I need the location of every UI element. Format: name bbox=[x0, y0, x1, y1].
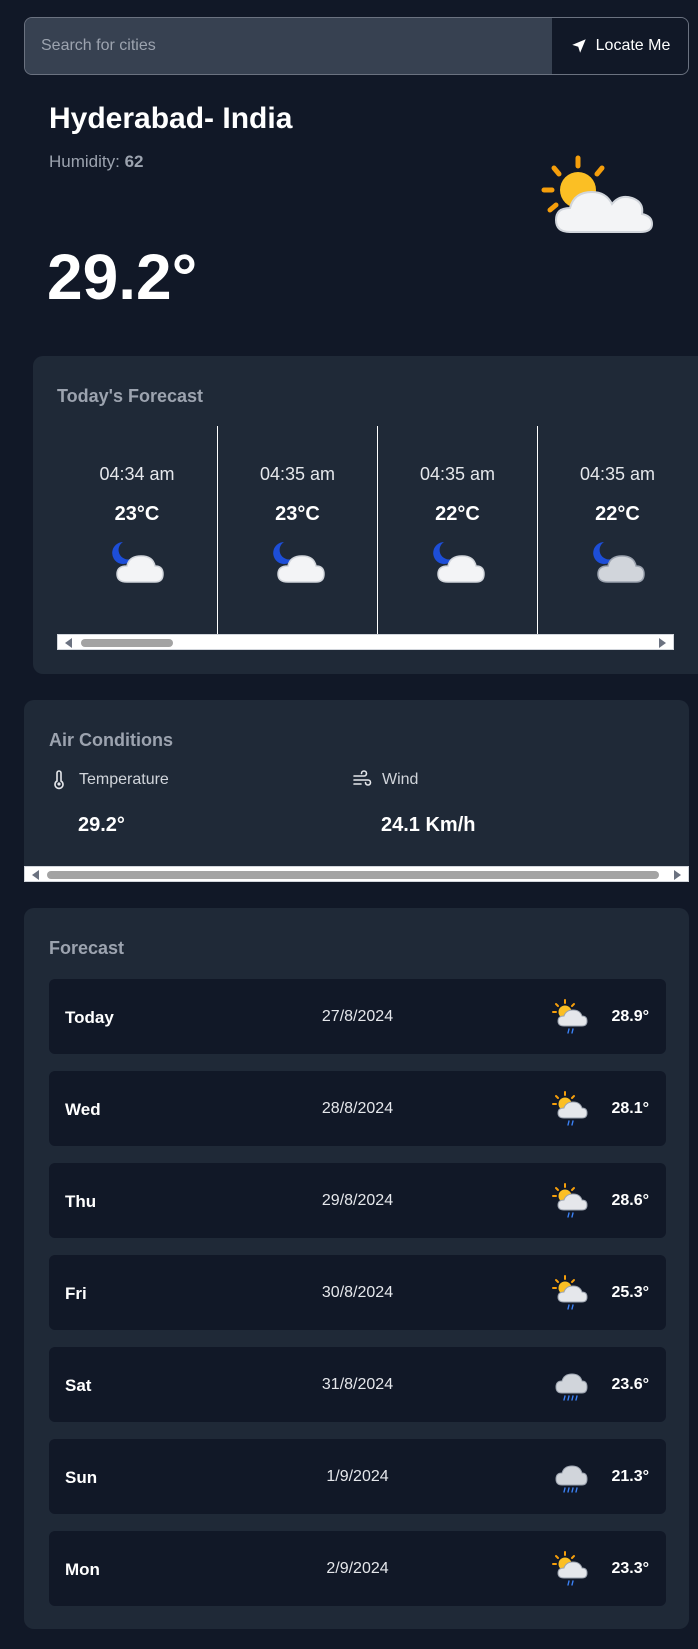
air-temperature: Temperature 29.2° bbox=[49, 770, 169, 837]
air-temperature-value: 29.2° bbox=[78, 814, 125, 836]
search-input[interactable] bbox=[25, 18, 552, 74]
forecast-row[interactable]: Thu 29/8/2024 28.6° bbox=[49, 1163, 666, 1238]
air-temperature-label: Temperature bbox=[79, 771, 169, 788]
forecast-row[interactable]: Mon 2/9/2024 23.3° bbox=[49, 1531, 666, 1606]
scrollbar-thumb[interactable] bbox=[47, 871, 659, 879]
night-cloud-icon bbox=[432, 542, 485, 583]
forecast-temp: 21.3° bbox=[611, 1468, 649, 1485]
scroll-right-icon[interactable] bbox=[659, 638, 666, 648]
hour-time: 04:35 am bbox=[259, 464, 336, 484]
forecast-row[interactable]: Wed 28/8/2024 28.1° bbox=[49, 1071, 666, 1146]
air-wind-label-row: Wind bbox=[352, 770, 475, 790]
hourly-scrollbar[interactable] bbox=[57, 634, 674, 650]
sun-cloud-rain-icon bbox=[552, 1183, 588, 1218]
hour-time: 04:35 am bbox=[579, 464, 656, 484]
hour-temp: 23°C bbox=[114, 503, 160, 525]
humidity: Humidity: 62 bbox=[49, 152, 144, 172]
humidity-value: 62 bbox=[124, 152, 144, 171]
sun-cloud-rain-icon bbox=[552, 999, 588, 1034]
forecast-row[interactable]: Sun 1/9/2024 21.3° bbox=[49, 1439, 666, 1514]
cloud-rain-icon bbox=[555, 1373, 588, 1401]
forecast-temp: 23.3° bbox=[611, 1560, 649, 1577]
thermometer-icon bbox=[54, 770, 64, 790]
sun-cloud-rain-icon bbox=[552, 1091, 588, 1126]
air-conditions-title: Air Conditions bbox=[49, 730, 173, 750]
air-conditions-scrollbar[interactable] bbox=[24, 866, 689, 882]
hour-item: 04:34 am 23°C bbox=[57, 426, 217, 634]
air-wind-label: Wind bbox=[382, 771, 419, 788]
air-conditions-panel: Air Conditions Temperature 29.2° Wind 24… bbox=[24, 700, 689, 870]
hour-item: 04:35 am 23°C bbox=[217, 426, 377, 634]
humidity-label: Humidity: bbox=[49, 152, 120, 171]
hour-temp: 23°C bbox=[275, 503, 320, 525]
todays-forecast-panel: Today's Forecast 04:34 am 23°C 04:35 am … bbox=[33, 356, 698, 674]
night-cloud-icon bbox=[112, 542, 164, 583]
forecast-temp: 28.1° bbox=[611, 1100, 649, 1117]
air-wind-value: 24.1 Km/h bbox=[381, 814, 476, 836]
locate-me-label: Locate Me bbox=[595, 37, 671, 54]
partly-cloudy-sun-icon bbox=[541, 155, 654, 233]
forecast-temp: 28.6° bbox=[611, 1192, 649, 1209]
cloud-rain-icon bbox=[555, 1465, 588, 1493]
scrollbar-thumb[interactable] bbox=[81, 639, 173, 647]
forecast-temp: 23.6° bbox=[611, 1376, 649, 1393]
night-cloud-icon bbox=[272, 542, 325, 583]
forecast-row[interactable]: Today 27/8/2024 28.9° bbox=[49, 979, 666, 1054]
sun-cloud-rain-icon bbox=[552, 1551, 588, 1586]
scroll-left-icon[interactable] bbox=[32, 870, 39, 880]
navigation-arrow-icon bbox=[571, 39, 586, 53]
locate-me-button[interactable]: Locate Me bbox=[552, 18, 688, 74]
current-temperature: 29.2° bbox=[47, 241, 198, 313]
forecast-row[interactable]: Fri 30/8/2024 25.3° bbox=[49, 1255, 666, 1330]
forecast-row[interactable]: Sat 31/8/2024 23.6° bbox=[49, 1347, 666, 1422]
todays-forecast-title: Today's Forecast bbox=[57, 386, 203, 406]
hour-temp: 22°C bbox=[595, 503, 640, 525]
hour-item: 04:35 am 22°C bbox=[377, 426, 537, 634]
sun-cloud-rain-icon bbox=[552, 1275, 588, 1310]
air-wind: Wind 24.1 Km/h bbox=[352, 770, 475, 837]
search-bar: Locate Me bbox=[24, 17, 689, 75]
hourly-list[interactable]: 04:34 am 23°C 04:35 am 23°C 04:35 am 22°… bbox=[57, 426, 698, 634]
hour-time: 04:34 am bbox=[99, 464, 175, 484]
wind-icon bbox=[353, 770, 372, 786]
hour-time: 04:35 am bbox=[419, 464, 496, 484]
forecast-temp: 25.3° bbox=[611, 1284, 649, 1301]
city-name: Hyderabad- India bbox=[49, 102, 293, 135]
night-cloud-icon bbox=[592, 542, 645, 583]
forecast-title: Forecast bbox=[49, 938, 125, 958]
air-temperature-label-row: Temperature bbox=[49, 770, 169, 790]
scroll-left-icon[interactable] bbox=[65, 638, 72, 648]
forecast-temp: 28.9° bbox=[611, 1008, 649, 1025]
hour-temp: 22°C bbox=[435, 503, 480, 525]
forecast-panel: Forecast Today 27/8/2024 28.9° Wed 28/8/… bbox=[24, 908, 689, 1629]
hour-item: 04:35 am 22°C bbox=[537, 426, 697, 634]
scroll-right-icon[interactable] bbox=[674, 870, 681, 880]
